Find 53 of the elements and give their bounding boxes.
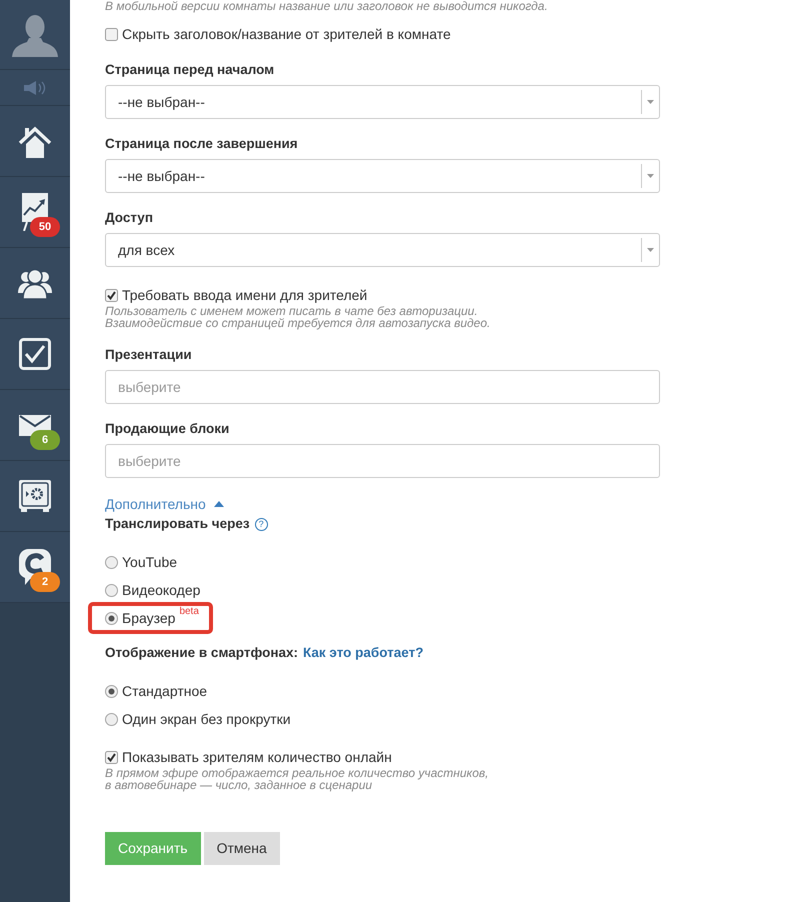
home-icon [18,124,52,158]
radio-button[interactable] [105,712,118,726]
safe-icon [19,480,51,512]
radio-label[interactable]: Браузер [122,608,176,628]
speaker-icon [24,80,46,94]
dropdown[interactable]: --не выбран-- [105,85,660,119]
radio-label[interactable]: Один экран без прокрутки [122,708,291,730]
radio-button[interactable] [105,556,118,568]
cancel-button[interactable]: Отмена [204,832,280,865]
sidebar-item[interactable] [0,248,70,319]
avatar-icon [12,12,58,56]
radio-button[interactable] [105,584,118,596]
caret-icon [647,174,654,178]
section-heading: Транслировать через [105,514,250,533]
hint-text: В прямом эфире отображается реальное количество участников, в автовебинаре — число, заданное в сценарии [105,767,490,791]
hint-text: В мобильной версии комнаты название или заголовок не выводится никогда. [105,0,549,12]
radio-button[interactable] [105,612,118,624]
sidebar-item[interactable] [0,106,70,177]
radio-label[interactable]: Видеокодер [122,580,200,600]
sidebar-item[interactable] [0,461,70,532]
help-icon[interactable]: ? [254,518,268,530]
section-heading: Отображение в смартфонах: [105,644,298,662]
checkbox[interactable] [105,750,118,764]
caret-icon [647,248,654,252]
checkbox-icon [19,338,51,370]
help-link[interactable]: Как это работает? [303,642,424,664]
field-label: Презентации [105,346,193,364]
dropdown[interactable]: для всех [105,233,660,267]
checkbox[interactable] [105,288,118,302]
field-label: Доступ [105,209,154,227]
count-badge: 50 [30,217,60,237]
sidebar-item[interactable] [0,319,70,390]
checkbox-label[interactable]: Требовать ввода имени для зрителей [122,285,368,305]
field-label: Продающие блоки [105,420,230,438]
hint-text: Пользователь с именем может писать в чате без авторизации. Взаимодействие со страницей требуется для автозапуска видео. [105,305,492,329]
caret-icon [647,100,654,104]
checkbox-label[interactable]: Скрыть заголовок/название от зрителей в комнате [122,24,451,44]
input-field[interactable]: выберите [105,370,660,404]
checkbox[interactable] [105,28,118,40]
radio-label[interactable]: YouTube [122,552,178,572]
expand-link[interactable]: Дополнительно [105,494,224,514]
count-badge: 2 [30,572,60,592]
checkbox-label[interactable]: Показывать зрителям количество онлайн [122,747,392,767]
radio-label[interactable]: Стандартное [122,680,208,702]
dropdown[interactable]: --не выбран-- [105,159,660,193]
input-field[interactable]: выберите [105,444,660,478]
people-icon [18,268,52,298]
beta-label: beta [179,607,199,617]
count-badge: 6 [30,430,60,450]
radio-button[interactable] [105,684,118,698]
field-label: Страница перед началом [105,61,276,79]
sidebar-item[interactable]: 50 [0,177,70,248]
field-label: Страница после завершения [105,135,299,153]
